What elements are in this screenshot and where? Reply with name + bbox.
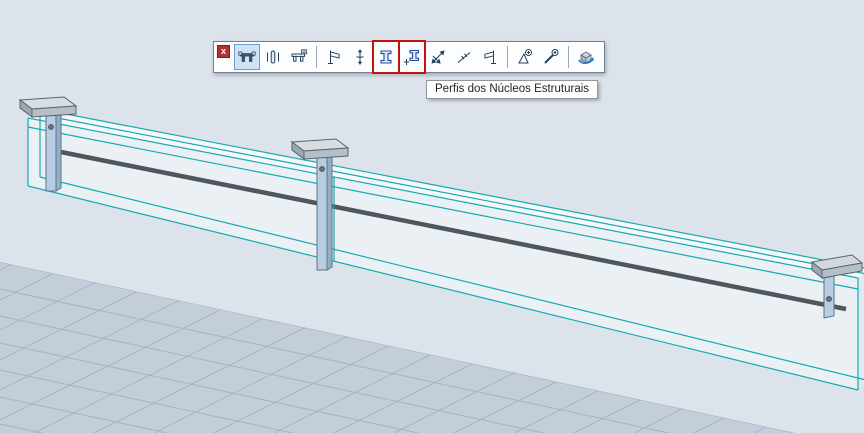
zoom-in-icon <box>515 47 535 67</box>
structural-profile-offset-icon <box>402 47 422 67</box>
toolbar-separator <box>507 46 508 68</box>
viewport-3d[interactable]: x <box>0 0 864 433</box>
center-axis-button[interactable] <box>347 44 373 70</box>
pet-palette-toolbar: x <box>213 41 605 73</box>
anchor-flag-button[interactable] <box>321 44 347 70</box>
tooltip: Perfis dos Núcleos Estruturais <box>426 80 598 99</box>
tilt-line-icon <box>454 47 474 67</box>
anchor-flag-icon <box>324 47 344 67</box>
zoom-in-button[interactable] <box>512 44 538 70</box>
anchor-flag-alt-button[interactable] <box>477 44 503 70</box>
stretch-arrows-button[interactable] <box>425 44 451 70</box>
beam-label-button[interactable] <box>286 44 312 70</box>
structural-profile-icon <box>376 47 396 67</box>
toolbar-separator <box>316 46 317 68</box>
anchor-flag-alt-icon <box>480 47 500 67</box>
center-axis-icon <box>350 47 370 67</box>
beam-reference-button[interactable] <box>234 44 260 70</box>
beam-label-icon <box>289 47 309 67</box>
zoom-line-button[interactable] <box>538 44 564 70</box>
tilt-line-button[interactable] <box>451 44 477 70</box>
orbit-3d-icon <box>576 47 596 67</box>
orbit-3d-button[interactable] <box>573 44 599 70</box>
bolt-hole-icon <box>827 297 832 302</box>
column-reference-button[interactable] <box>260 44 286 70</box>
bolt-hole-icon <box>49 125 54 130</box>
toolbar-separator <box>568 46 569 68</box>
bolt-hole-icon <box>320 167 325 172</box>
structural-profile-offset-button[interactable] <box>399 44 425 70</box>
zoom-line-icon <box>541 47 561 67</box>
structural-profile-button[interactable] <box>373 44 399 70</box>
beam-reference-icon <box>237 47 257 67</box>
close-button[interactable]: x <box>217 45 230 58</box>
column-reference-icon <box>263 47 283 67</box>
stretch-arrows-icon <box>428 47 448 67</box>
